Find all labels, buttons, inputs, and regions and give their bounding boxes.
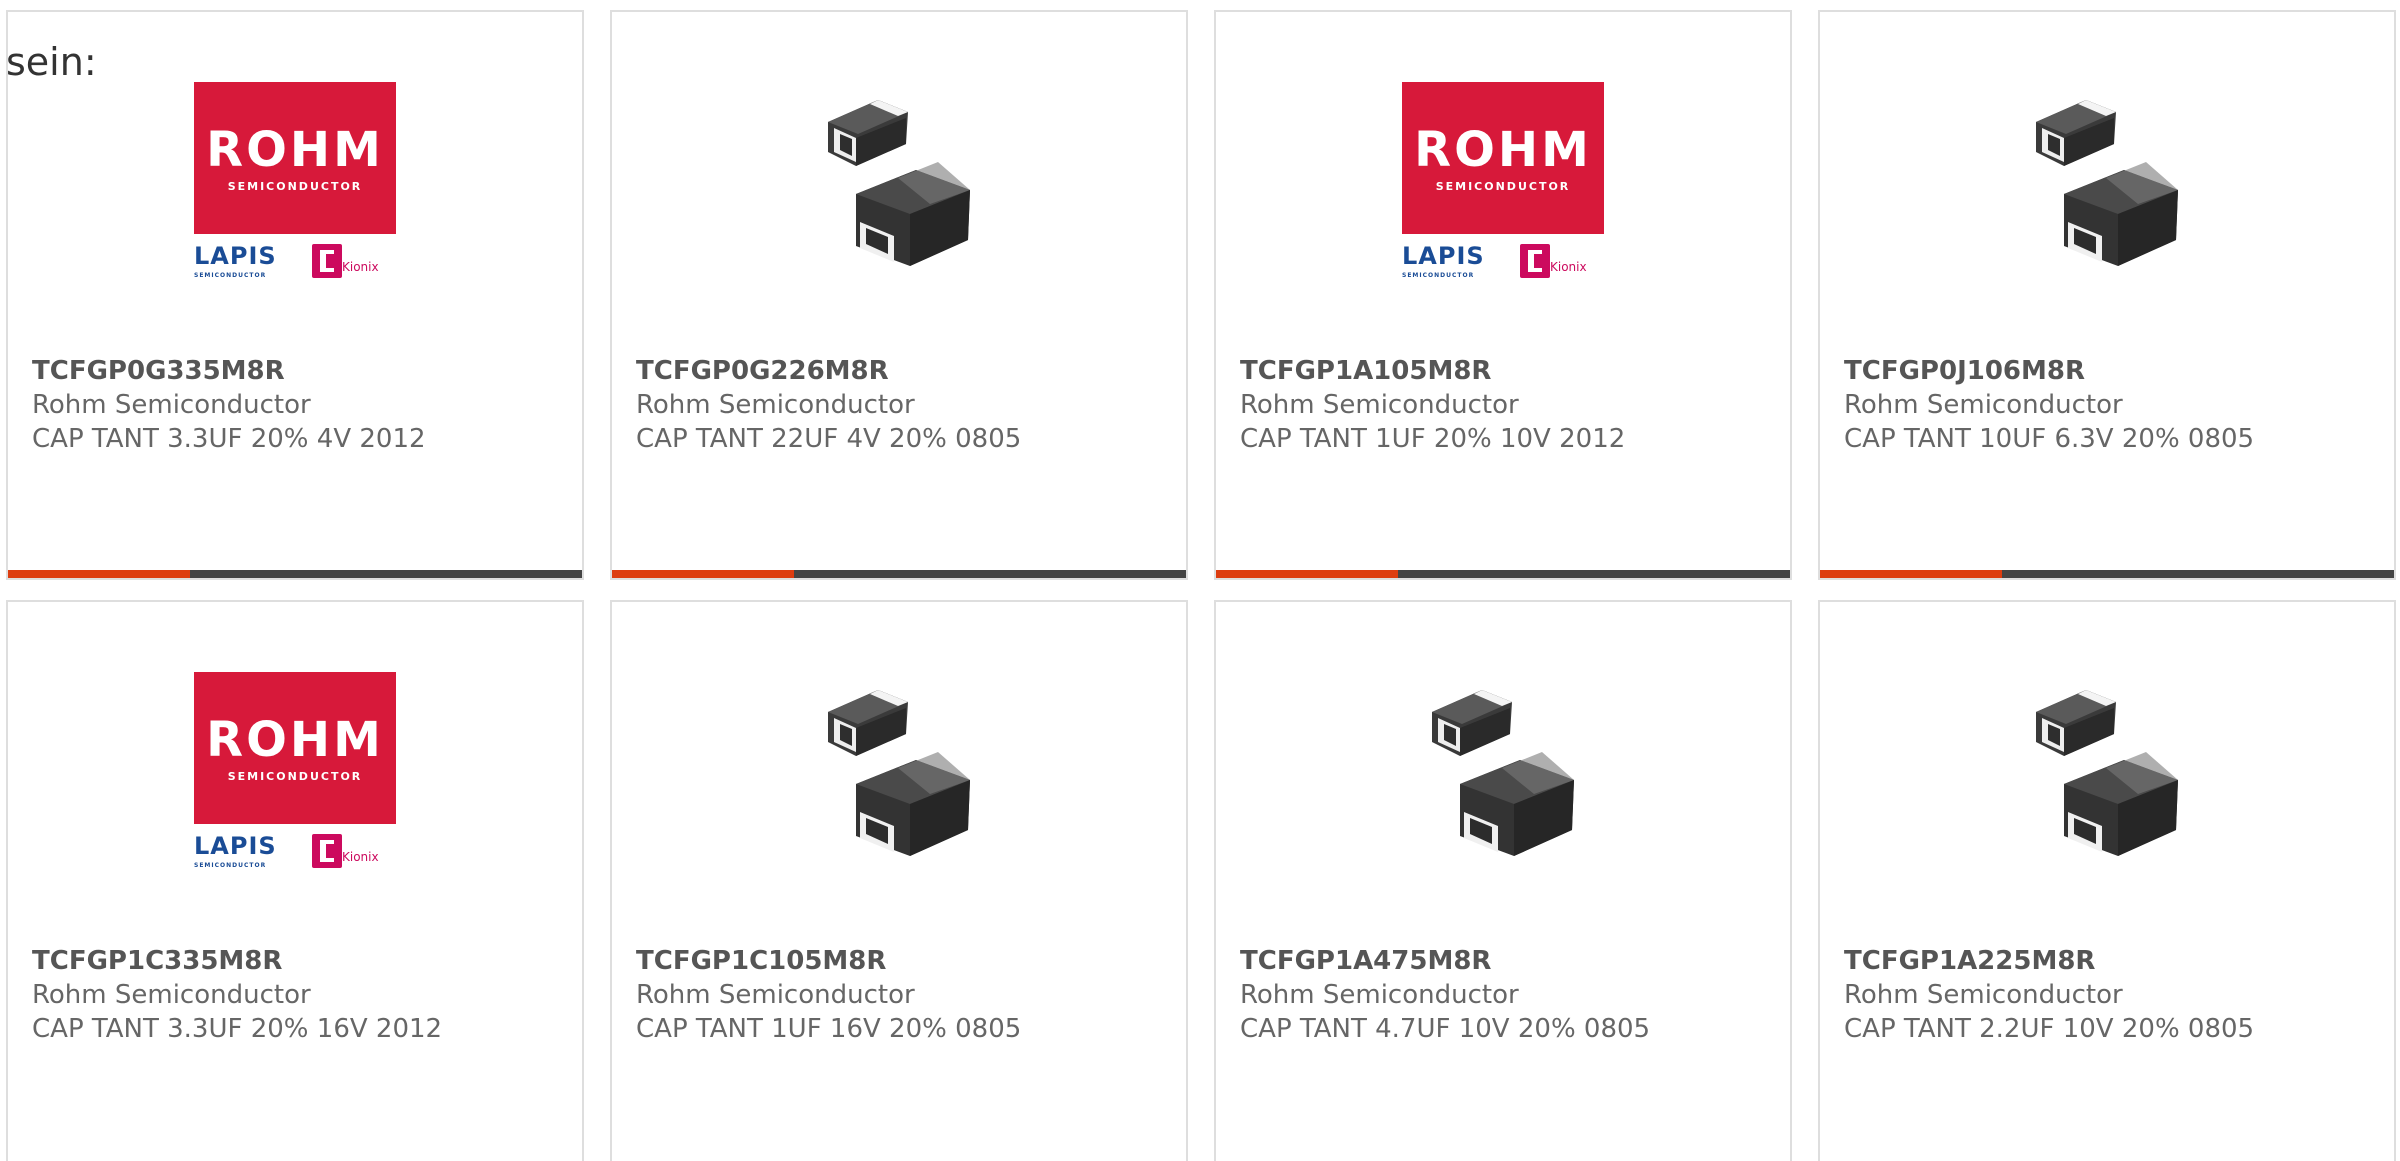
rohm-logo-image: ROHM SEMICONDUCTOR LAPIS SEMICONDUCTOR K… bbox=[194, 672, 396, 874]
card-accent-bar bbox=[8, 570, 582, 578]
kionix-logo-icon bbox=[1520, 244, 1550, 278]
product-card-tcfgp1a225m8r[interactable]: TCFGP1A225M8R Rohm Semiconductor CAP TAN… bbox=[1818, 600, 2396, 1161]
product-thumbnail[interactable] bbox=[798, 672, 1000, 874]
tantalum-capacitor-image bbox=[798, 82, 1000, 284]
rohm-logo-word: ROHM bbox=[206, 711, 384, 768]
product-manufacturer: Rohm Semiconductor bbox=[1844, 980, 2123, 1010]
rohm-logo-block: ROHM SEMICONDUCTOR bbox=[194, 82, 396, 234]
product-description: CAP TANT 4.7UF 10V 20% 0805 bbox=[1240, 1014, 1651, 1044]
card-accent-segment-dark bbox=[794, 570, 1186, 578]
product-thumbnail[interactable]: ROHM SEMICONDUCTOR LAPIS SEMICONDUCTOR K… bbox=[194, 82, 396, 284]
product-part-number[interactable]: TCFGP1C335M8R bbox=[32, 944, 562, 978]
tantalum-capacitor-image bbox=[2006, 82, 2208, 284]
card-accent-segment-orange bbox=[1216, 570, 1398, 578]
product-part-number[interactable]: TCFGP1A105M8R bbox=[1240, 354, 1770, 388]
rohm-logo-word: ROHM bbox=[206, 121, 384, 178]
product-description: CAP TANT 1UF 20% 10V 2012 bbox=[1240, 424, 1626, 454]
intro-text: sein: bbox=[6, 40, 97, 84]
product-thumbnail[interactable] bbox=[1402, 672, 1604, 874]
product-info: TCFGP1C335M8R Rohm Semiconductor CAP TAN… bbox=[32, 944, 562, 1046]
lapis-kionix-row: LAPIS SEMICONDUCTOR Kionix bbox=[194, 832, 396, 874]
product-description: CAP TANT 3.3UF 20% 16V 2012 bbox=[32, 1014, 443, 1044]
card-accent-segment-dark bbox=[190, 570, 582, 578]
product-info: TCFGP1C105M8R Rohm Semiconductor CAP TAN… bbox=[636, 944, 1166, 1046]
rohm-logo-block: ROHM SEMICONDUCTOR bbox=[194, 672, 396, 824]
card-accent-bar bbox=[1216, 570, 1790, 578]
product-description: CAP TANT 3.3UF 20% 4V 2012 bbox=[32, 424, 426, 454]
kionix-logo-icon bbox=[312, 834, 342, 868]
product-description: CAP TANT 1UF 16V 20% 0805 bbox=[636, 1014, 1022, 1044]
product-manufacturer: Rohm Semiconductor bbox=[32, 390, 311, 420]
product-thumbnail[interactable]: ROHM SEMICONDUCTOR LAPIS SEMICONDUCTOR K… bbox=[194, 672, 396, 874]
product-card-tcfgp0g226m8r[interactable]: TCFGP0G226M8R Rohm Semiconductor CAP TAN… bbox=[610, 10, 1188, 580]
product-part-number[interactable]: TCFGP0G226M8R bbox=[636, 354, 1166, 388]
card-accent-segment-orange bbox=[8, 570, 190, 578]
card-accent-bar bbox=[1820, 570, 2394, 578]
product-card-tcfgp1c335m8r[interactable]: ROHM SEMICONDUCTOR LAPIS SEMICONDUCTOR K… bbox=[6, 600, 584, 1161]
product-card-tcfgp0j106m8r[interactable]: TCFGP0J106M8R Rohm Semiconductor CAP TAN… bbox=[1818, 10, 2396, 580]
product-card-tcfgp1a475m8r[interactable]: TCFGP1A475M8R Rohm Semiconductor CAP TAN… bbox=[1214, 600, 1792, 1161]
kionix-logo-word: Kionix bbox=[1550, 260, 1587, 274]
product-thumbnail[interactable]: ROHM SEMICONDUCTOR LAPIS SEMICONDUCTOR K… bbox=[1402, 82, 1604, 284]
lapis-logo-word: LAPIS bbox=[1402, 242, 1485, 270]
product-card-tcfgp0g335m8r[interactable]: ROHM SEMICONDUCTOR LAPIS SEMICONDUCTOR K… bbox=[6, 10, 584, 580]
tantalum-capacitor-image bbox=[1402, 672, 1604, 874]
product-description: CAP TANT 2.2UF 10V 20% 0805 bbox=[1844, 1014, 2255, 1044]
lapis-logo-subtitle: SEMICONDUCTOR bbox=[1402, 272, 1475, 279]
tantalum-capacitor-image bbox=[798, 672, 1000, 874]
product-manufacturer: Rohm Semiconductor bbox=[636, 390, 915, 420]
product-info: TCFGP1A475M8R Rohm Semiconductor CAP TAN… bbox=[1240, 944, 1770, 1046]
rohm-logo-subtitle: SEMICONDUCTOR bbox=[1435, 179, 1571, 193]
product-description: CAP TANT 10UF 6.3V 20% 0805 bbox=[1844, 424, 2255, 454]
lapis-logo-subtitle: SEMICONDUCTOR bbox=[194, 272, 267, 279]
product-manufacturer: Rohm Semiconductor bbox=[32, 980, 311, 1010]
card-accent-segment-dark bbox=[1398, 570, 1790, 578]
product-card-tcfgp1c105m8r[interactable]: TCFGP1C105M8R Rohm Semiconductor CAP TAN… bbox=[610, 600, 1188, 1161]
product-info: TCFGP0J106M8R Rohm Semiconductor CAP TAN… bbox=[1844, 354, 2374, 456]
product-info: TCFGP0G226M8R Rohm Semiconductor CAP TAN… bbox=[636, 354, 1166, 456]
lapis-logo-word: LAPIS bbox=[194, 832, 277, 860]
rohm-logo-block: ROHM SEMICONDUCTOR bbox=[1402, 82, 1604, 234]
card-accent-segment-orange bbox=[612, 570, 794, 578]
lapis-kionix-row: LAPIS SEMICONDUCTOR Kionix bbox=[194, 242, 396, 284]
product-info: TCFGP0G335M8R Rohm Semiconductor CAP TAN… bbox=[32, 354, 562, 456]
product-info: TCFGP1A225M8R Rohm Semiconductor CAP TAN… bbox=[1844, 944, 2374, 1046]
product-part-number[interactable]: TCFGP0G335M8R bbox=[32, 354, 562, 388]
product-part-number[interactable]: TCFGP0J106M8R bbox=[1844, 354, 2374, 388]
product-thumbnail[interactable] bbox=[2006, 82, 2208, 284]
rohm-logo-subtitle: SEMICONDUCTOR bbox=[227, 769, 363, 783]
tantalum-capacitor-image bbox=[2006, 672, 2208, 874]
product-description: CAP TANT 22UF 4V 20% 0805 bbox=[636, 424, 1022, 454]
lapis-logo-subtitle: SEMICONDUCTOR bbox=[194, 862, 267, 869]
rohm-logo-image: ROHM SEMICONDUCTOR LAPIS SEMICONDUCTOR K… bbox=[194, 82, 396, 284]
product-manufacturer: Rohm Semiconductor bbox=[1240, 980, 1519, 1010]
product-info: TCFGP1A105M8R Rohm Semiconductor CAP TAN… bbox=[1240, 354, 1770, 456]
product-card-tcfgp1a105m8r[interactable]: ROHM SEMICONDUCTOR LAPIS SEMICONDUCTOR K… bbox=[1214, 10, 1792, 580]
lapis-logo-word: LAPIS bbox=[194, 242, 277, 270]
card-accent-bar bbox=[612, 570, 1186, 578]
rohm-logo-word: ROHM bbox=[1414, 121, 1592, 178]
product-part-number[interactable]: TCFGP1C105M8R bbox=[636, 944, 1166, 978]
lapis-kionix-row: LAPIS SEMICONDUCTOR Kionix bbox=[1402, 242, 1604, 284]
product-part-number[interactable]: TCFGP1A225M8R bbox=[1844, 944, 2374, 978]
card-accent-segment-orange bbox=[1820, 570, 2002, 578]
rohm-logo-subtitle: SEMICONDUCTOR bbox=[227, 179, 363, 193]
product-thumbnail[interactable] bbox=[2006, 672, 2208, 874]
rohm-logo-image: ROHM SEMICONDUCTOR LAPIS SEMICONDUCTOR K… bbox=[1402, 82, 1604, 284]
product-manufacturer: Rohm Semiconductor bbox=[1240, 390, 1519, 420]
product-manufacturer: Rohm Semiconductor bbox=[636, 980, 915, 1010]
product-manufacturer: Rohm Semiconductor bbox=[1844, 390, 2123, 420]
product-part-number[interactable]: TCFGP1A475M8R bbox=[1240, 944, 1770, 978]
kionix-logo-word: Kionix bbox=[342, 850, 379, 864]
kionix-logo-icon bbox=[312, 244, 342, 278]
card-accent-segment-dark bbox=[2002, 570, 2394, 578]
product-thumbnail[interactable] bbox=[798, 82, 1000, 284]
kionix-logo-word: Kionix bbox=[342, 260, 379, 274]
